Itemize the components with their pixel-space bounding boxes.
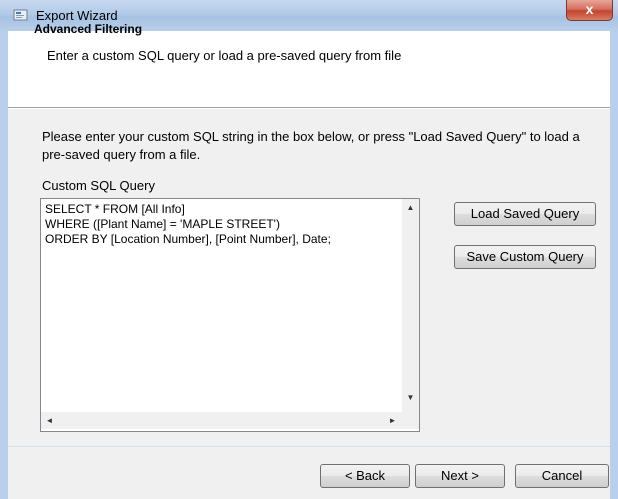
- footer-divider: [8, 446, 610, 447]
- window-frame-left: [0, 31, 8, 499]
- page-title: Advanced Filtering: [34, 22, 143, 36]
- sql-query-text[interactable]: SELECT * FROM [All Info] WHERE ([Plant N…: [45, 202, 397, 412]
- back-button[interactable]: < Back: [320, 464, 410, 488]
- close-button[interactable]: x: [566, 0, 613, 21]
- save-custom-query-button[interactable]: Save Custom Query: [454, 245, 596, 269]
- next-button[interactable]: Next >: [415, 464, 505, 488]
- instructions-text: Please enter your custom SQL string in t…: [42, 129, 580, 162]
- load-saved-query-button[interactable]: Load Saved Query: [454, 202, 596, 226]
- scroll-up-icon[interactable]: ▲: [402, 199, 419, 216]
- sql-query-textarea[interactable]: SELECT * FROM [All Info] WHERE ([Plant N…: [40, 198, 420, 432]
- window-title: Export Wizard: [36, 8, 118, 23]
- page-subtitle: Enter a custom SQL query or load a pre-s…: [47, 48, 402, 63]
- cancel-button[interactable]: Cancel: [515, 464, 609, 488]
- scroll-right-icon[interactable]: ►: [384, 412, 401, 429]
- scrollbar-corner: [402, 412, 419, 429]
- close-icon: x: [585, 1, 594, 17]
- vertical-scrollbar[interactable]: ▲ ▼: [402, 199, 419, 412]
- horizontal-scrollbar[interactable]: ◄ ►: [41, 412, 402, 429]
- scroll-left-icon[interactable]: ◄: [41, 412, 58, 429]
- app-icon: [13, 9, 28, 21]
- wizard-header: [8, 31, 610, 107]
- export-wizard-window: Export Wizard x Advanced Filtering Enter…: [0, 0, 618, 499]
- window-frame-right: [610, 31, 618, 499]
- sql-query-label: Custom SQL Query: [42, 178, 155, 193]
- scroll-down-icon[interactable]: ▼: [402, 389, 419, 406]
